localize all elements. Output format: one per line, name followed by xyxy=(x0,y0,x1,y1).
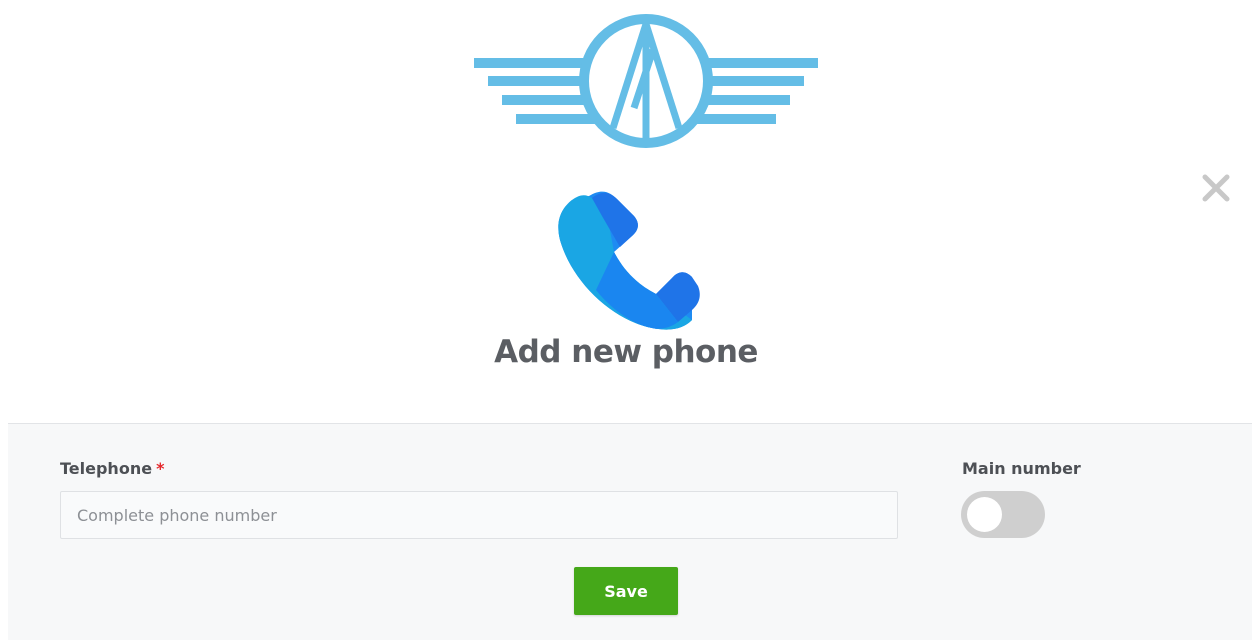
add-phone-page: Add new phone Telephone* Main number Sav… xyxy=(0,0,1252,640)
toggle-knob xyxy=(967,497,1002,532)
telephone-label-text: Telephone xyxy=(60,459,153,478)
winged-circle-logo-icon xyxy=(474,14,818,148)
required-marker: * xyxy=(156,459,165,478)
telephone-label: Telephone * xyxy=(60,459,164,478)
phone-form: Telephone* Main number Save xyxy=(8,423,1252,640)
close-icon xyxy=(1202,174,1230,202)
phone-handset-icon xyxy=(558,191,700,330)
page-title: Add new phone xyxy=(494,334,758,370)
telephone-input[interactable] xyxy=(60,491,898,539)
main-number-toggle[interactable] xyxy=(961,491,1045,538)
close-button[interactable] xyxy=(1196,170,1236,206)
main-number-label: Main number xyxy=(962,459,1081,478)
save-button[interactable]: Save xyxy=(574,567,678,615)
